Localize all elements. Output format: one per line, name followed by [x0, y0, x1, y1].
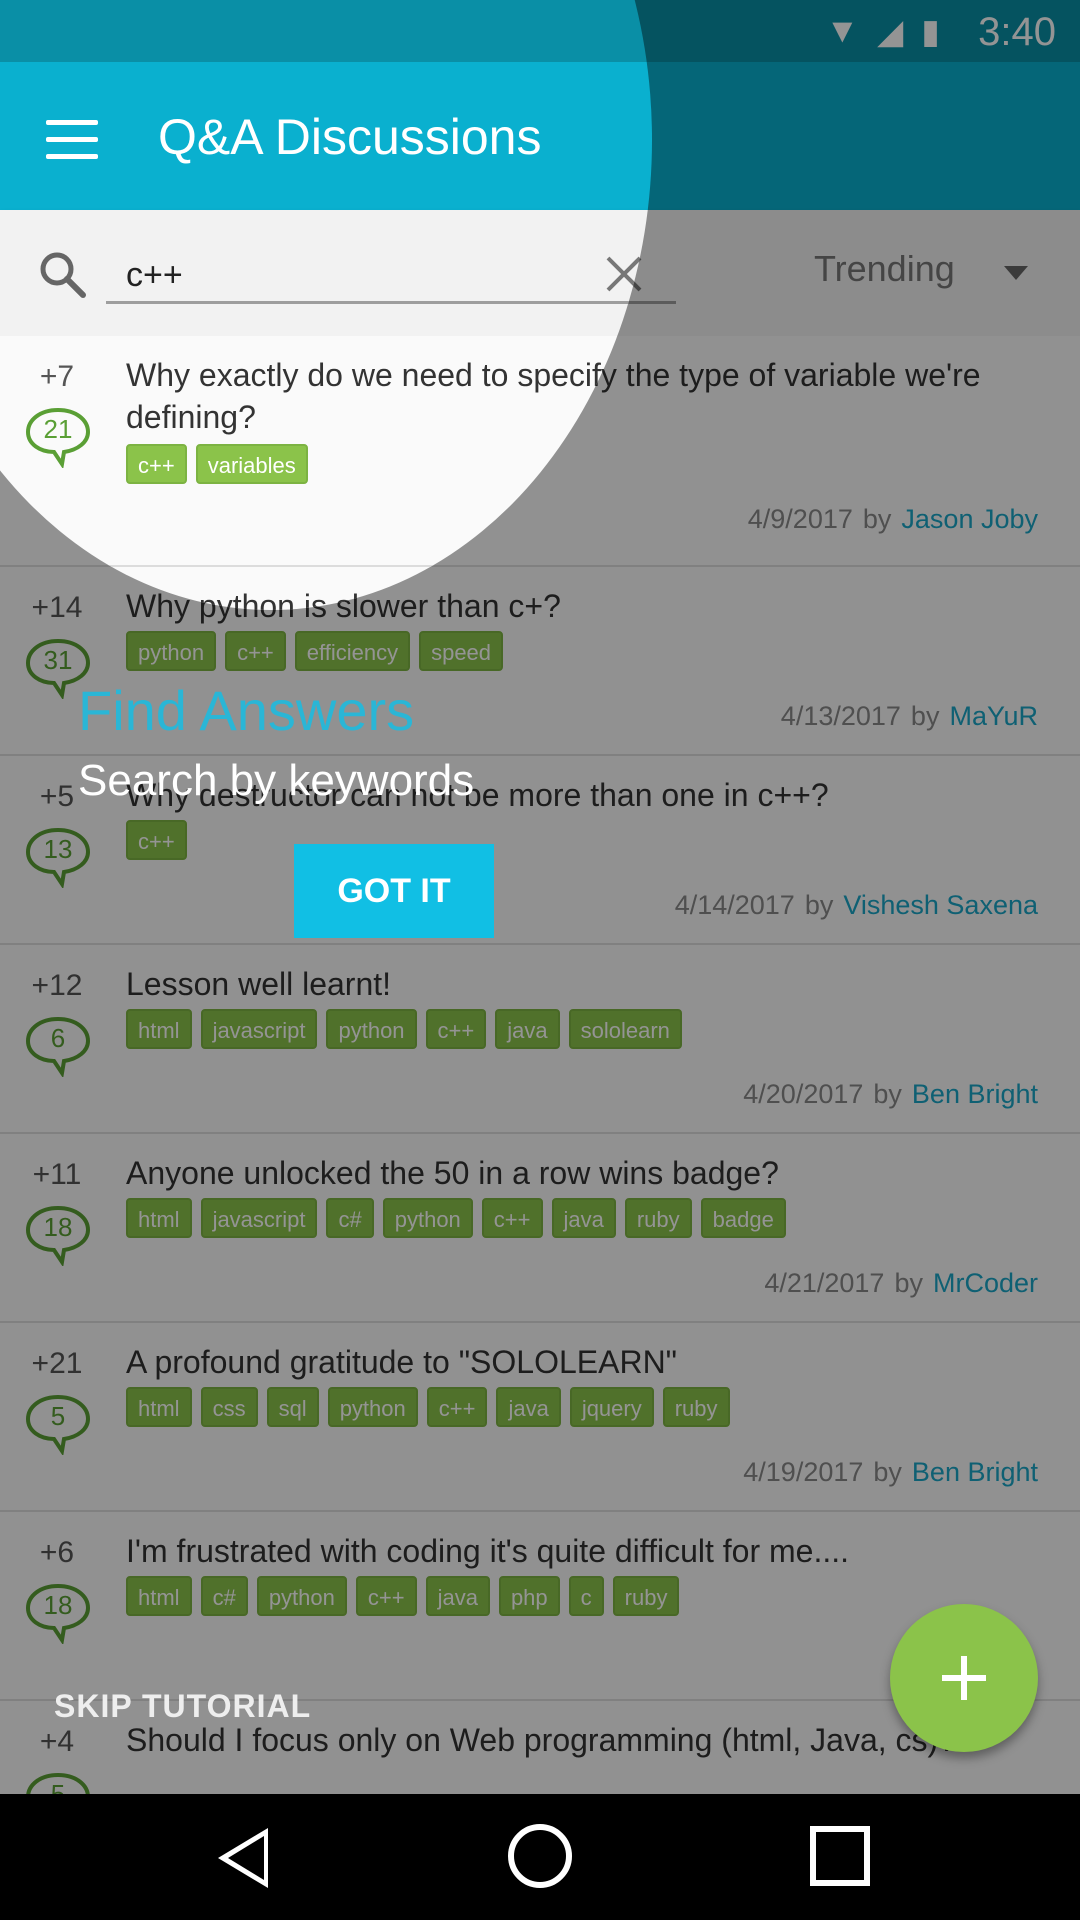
app-screen: f▭ff◎⊘✦🔒☗ ▼◢▮ 3:40 Q&A Discussions Trend… — [0, 0, 1080, 1920]
tutorial-spotlight: Q&A Discussions Trending +7 21 Why exact… — [0, 0, 652, 610]
recents-icon[interactable] — [810, 1826, 870, 1886]
add-question-button[interactable] — [890, 1604, 1038, 1752]
navigation-bar — [0, 1794, 1080, 1920]
got-it-button[interactable]: GOT IT — [294, 844, 494, 938]
tutorial-subheading: Search by keywords — [78, 756, 475, 805]
skip-tutorial-button[interactable]: SKIP TUTORIAL — [54, 1688, 311, 1725]
tutorial-heading: Find Answers — [78, 679, 415, 742]
home-icon[interactable] — [508, 1824, 572, 1888]
